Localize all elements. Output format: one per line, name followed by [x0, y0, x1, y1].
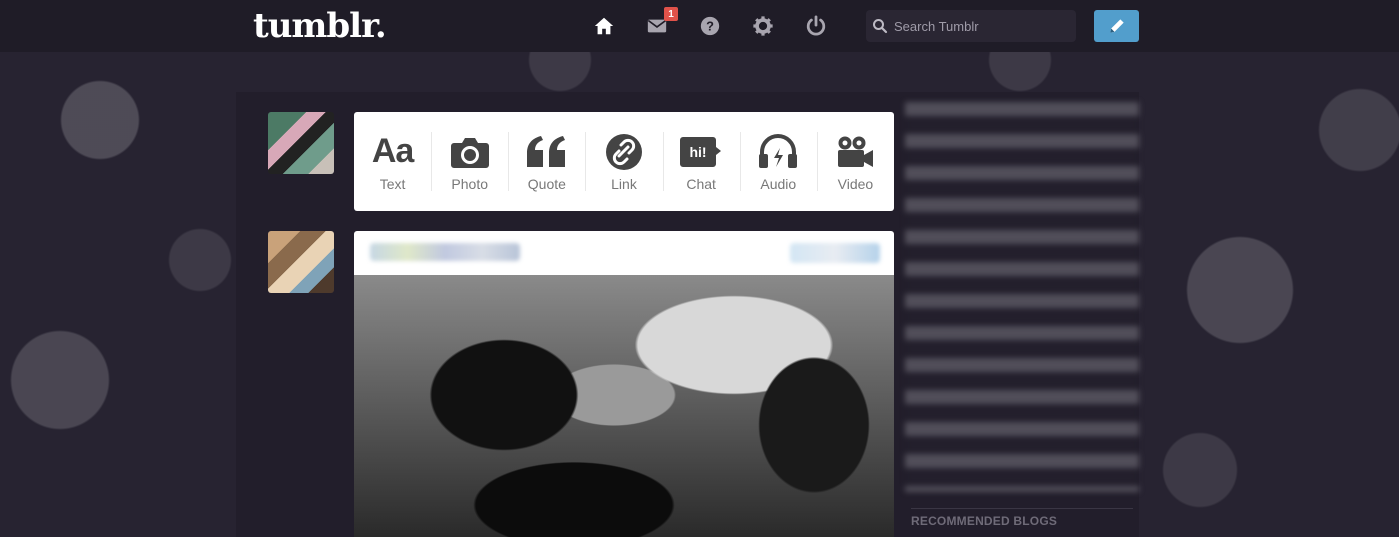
- post-type-label: Text: [379, 175, 406, 192]
- link-icon: [605, 132, 643, 172]
- top-navbar: tumblr. 1 ?: [0, 0, 1399, 52]
- power-icon[interactable]: [803, 13, 829, 39]
- post-type-label: Video: [837, 175, 874, 192]
- chat-icon: hi!: [680, 132, 722, 172]
- video-camera-icon: [835, 132, 875, 172]
- svg-text:hi!: hi!: [690, 144, 707, 160]
- post-type-audio[interactable]: Audio: [739, 112, 817, 211]
- post-author-name-obscured[interactable]: [370, 243, 520, 261]
- post-type-label: Chat: [686, 175, 716, 192]
- quote-icon: [525, 132, 569, 172]
- post-type-link[interactable]: Link: [585, 112, 662, 211]
- svg-text:?: ?: [706, 19, 714, 34]
- search-box[interactable]: [866, 10, 1076, 42]
- sidebar-content-obscured: [905, 102, 1139, 492]
- search-icon: [872, 18, 888, 34]
- dashboard-post: [354, 231, 894, 537]
- post-header-actions-obscured[interactable]: [790, 243, 880, 263]
- post-photo[interactable]: [354, 275, 894, 537]
- post-type-bar: Aa Text Photo Quote Link hi! Chat Audio: [354, 112, 894, 211]
- post-type-label: Quote: [527, 175, 566, 192]
- compose-button[interactable]: [1094, 10, 1139, 42]
- post-type-label: Link: [611, 175, 637, 192]
- post-type-chat[interactable]: hi! Chat: [662, 112, 740, 211]
- search-input[interactable]: [892, 17, 1076, 35]
- divider: [911, 508, 1133, 509]
- right-sidebar: RECOMMENDED BLOGS: [905, 92, 1139, 537]
- camera-icon: [450, 132, 490, 172]
- post-header: [354, 231, 894, 275]
- post-type-text[interactable]: Aa Text: [354, 112, 431, 211]
- headphones-icon: [758, 132, 798, 172]
- tumblr-logo[interactable]: tumblr.: [253, 6, 387, 46]
- post-type-video[interactable]: Video: [816, 112, 894, 211]
- pencil-icon: [1109, 19, 1124, 33]
- post-type-quote[interactable]: Quote: [508, 112, 585, 211]
- unread-badge: 1: [664, 7, 678, 21]
- mail-icon[interactable]: 1: [644, 7, 678, 39]
- post-type-label: Audio: [760, 175, 797, 192]
- recommended-blogs-heading: RECOMMENDED BLOGS: [911, 514, 1058, 528]
- home-icon[interactable]: [591, 13, 617, 39]
- gear-icon[interactable]: [750, 13, 776, 39]
- help-icon[interactable]: ?: [697, 13, 723, 39]
- post-author-avatar[interactable]: [268, 231, 334, 293]
- user-avatar[interactable]: [268, 112, 334, 174]
- post-type-label: Photo: [451, 175, 488, 192]
- post-type-photo[interactable]: Photo: [431, 112, 508, 211]
- text-icon: Aa: [371, 132, 414, 170]
